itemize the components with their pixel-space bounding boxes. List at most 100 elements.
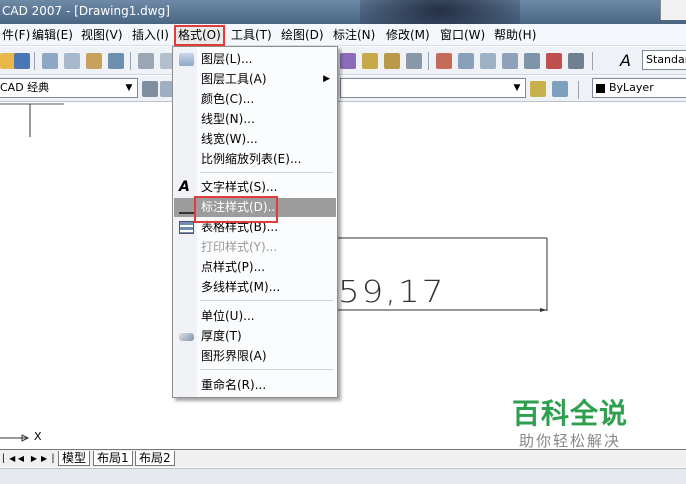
plot-icon[interactable] [108, 53, 124, 69]
layer-previous-icon[interactable] [552, 81, 568, 97]
menu-tools[interactable]: 工具(T) [231, 27, 272, 43]
window-close-button[interactable] [660, 0, 686, 20]
toolbar-separator [578, 81, 579, 99]
dimension-style-icon [179, 201, 194, 214]
menu-modify[interactable]: 修改(M) [386, 27, 430, 43]
dimension-text: 59,17 [338, 274, 446, 310]
tab-model[interactable]: 模型 [58, 451, 91, 466]
text-style-value: Standar [646, 53, 686, 66]
zoom-previous-icon[interactable] [406, 53, 422, 69]
properties-icon[interactable] [436, 53, 452, 69]
menu-insert[interactable]: 插入(I) [132, 27, 169, 43]
menu-item-text-style[interactable]: A 文字样式(S)... [174, 178, 336, 197]
toolbar-separator [428, 52, 429, 70]
menu-item-layer-tools[interactable]: 图层工具(A) ▶ [174, 70, 336, 89]
submenu-arrow-icon: ▶ [323, 74, 330, 84]
menu-file[interactable]: 件(F) [2, 27, 30, 43]
toolbar-separator [34, 52, 35, 70]
text-style-select[interactable]: Standar [642, 50, 686, 70]
zoom-window-icon[interactable] [384, 53, 400, 69]
workspace-settings-icon[interactable] [142, 81, 158, 97]
tab-prev-button[interactable]: ◀ [16, 453, 26, 464]
layout-tab-bar: ▏◀ ◀ ▶ ▶▕ 模型 布局1 布局2 [0, 449, 686, 467]
tab-last-button[interactable]: ▶▕ [41, 453, 53, 464]
workspace-toolbar: CAD 经典 ▼ ▼ ByLayer [0, 76, 686, 102]
menu-window[interactable]: 窗口(W) [440, 27, 485, 43]
print-icon[interactable] [42, 53, 58, 69]
menu-item-units[interactable]: 单位(U)... [174, 307, 336, 326]
workspace-value: CAD 经典 [0, 81, 50, 94]
menu-item-label: 图层工具(A) [201, 72, 267, 86]
menu-item-linetype[interactable]: 线型(N)... [174, 110, 336, 129]
menu-help[interactable]: 帮助(H) [494, 27, 536, 43]
calculator-icon[interactable] [568, 53, 584, 69]
menu-format[interactable]: 格式(O) [174, 25, 225, 46]
workspace-select[interactable]: CAD 经典 ▼ [0, 78, 138, 98]
menu-item-label: 单位(U)... [201, 309, 255, 323]
toolbar-separator [592, 52, 593, 70]
menu-item-label: 点样式(P)... [201, 260, 266, 274]
layer-select[interactable]: ▼ [340, 78, 526, 98]
menu-item-rename[interactable]: 重命名(R)... [174, 376, 336, 395]
toolbar-separator [130, 52, 131, 70]
tab-layout2[interactable]: 布局2 [135, 451, 175, 466]
publish-icon[interactable] [86, 53, 102, 69]
menu-edit[interactable]: 编辑(E) [32, 27, 73, 43]
color-swatch [596, 83, 605, 93]
menu-draw[interactable]: 绘图(D) [281, 27, 324, 43]
menu-item-label: 线型(N)... [201, 112, 255, 126]
menu-item-label: 图形界限(A) [201, 349, 267, 363]
menu-item-lineweight[interactable]: 线宽(W)... [174, 130, 336, 149]
make-current-layer-icon[interactable] [530, 81, 546, 97]
tool-palettes-icon[interactable] [480, 53, 496, 69]
standard-toolbar: A Standar [0, 47, 686, 75]
menu-dimension[interactable]: 标注(N) [333, 27, 375, 43]
print-preview-icon[interactable] [64, 53, 80, 69]
menu-item-plot-style: 打印样式(Y)... [174, 238, 336, 257]
layers-icon [179, 53, 194, 66]
menu-item-label: 线宽(W)... [201, 132, 258, 146]
cut-icon[interactable] [138, 53, 154, 69]
menu-item-label: 比例缩放列表(E)... [201, 152, 302, 166]
menu-separator [200, 172, 333, 173]
chevron-down-icon: ▼ [513, 83, 521, 93]
color-select[interactable]: ByLayer [592, 78, 686, 98]
thickness-icon [179, 333, 194, 341]
x-axis-label: X [34, 430, 42, 443]
menu-item-label: 打印样式(Y)... [201, 240, 278, 254]
menu-item-color[interactable]: 颜色(C)... [174, 90, 336, 109]
menu-item-label: 图层(L)... [201, 52, 253, 66]
text-style-icon: A [179, 179, 190, 195]
markup-icon[interactable] [524, 53, 540, 69]
menu-item-label: 厚度(T) [201, 329, 242, 343]
sheet-set-icon[interactable] [502, 53, 518, 69]
pan-icon[interactable] [340, 53, 356, 69]
text-style-icon: A [620, 51, 631, 70]
menu-item-label: 文字样式(S)... [201, 180, 278, 194]
highlight-box [194, 196, 278, 223]
menu-item-scale-list[interactable]: 比例缩放列表(E)... [174, 150, 336, 169]
tab-first-button[interactable]: ▏◀ [3, 453, 15, 464]
save-icon[interactable] [14, 53, 30, 69]
tab-layout1[interactable]: 布局1 [93, 451, 133, 466]
dbconnect-icon[interactable] [546, 53, 562, 69]
menu-item-label: 颜色(C)... [201, 92, 255, 106]
design-center-icon[interactable] [458, 53, 474, 69]
window-title: CAD 2007 - [Drawing1.dwg] [2, 4, 170, 18]
menu-view[interactable]: 视图(V) [81, 27, 123, 43]
menu-item-layer[interactable]: 图层(L)... [174, 50, 336, 69]
watermark-subtitle: 助你轻松解决 [519, 432, 622, 450]
menu-item-point-style[interactable]: 点样式(P)... [174, 258, 336, 277]
menu-item-label: 重命名(R)... [201, 378, 267, 392]
menu-item-multiline-style[interactable]: 多线样式(M)... [174, 278, 336, 297]
status-bar [0, 468, 686, 484]
table-style-icon [179, 221, 194, 234]
menu-separator [200, 369, 333, 370]
menu-bar: 件(F) 编辑(E) 视图(V) 插入(I) 格式(O) 工具(T) 绘图(D)… [0, 24, 686, 46]
menu-item-label: 多线样式(M)... [201, 280, 281, 294]
menu-item-drawing-limits[interactable]: 图形界限(A) [174, 347, 336, 366]
tab-next-button[interactable]: ▶ [29, 453, 39, 464]
watermark-title: 百科全说 [512, 397, 629, 430]
zoom-realtime-icon[interactable] [362, 53, 378, 69]
menu-item-thickness[interactable]: 厚度(T) [174, 327, 336, 346]
